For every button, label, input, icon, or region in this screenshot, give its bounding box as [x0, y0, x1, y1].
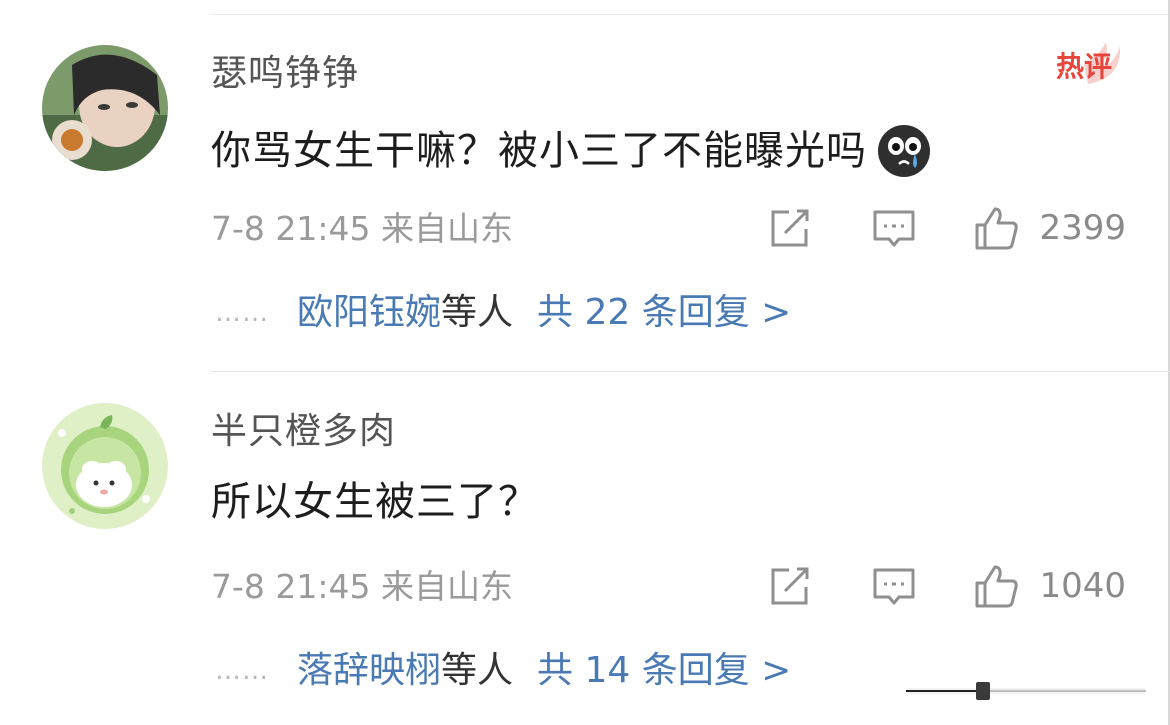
comment-text-content: 所以女生被三了？ — [211, 479, 539, 525]
share-icon[interactable] — [767, 205, 813, 251]
timestamp: 7-8 21:45 — [211, 567, 371, 606]
avatar-cartoon — [42, 403, 168, 529]
crying-face-emoji — [878, 125, 930, 177]
timestamp: 7-8 21:45 — [211, 209, 371, 248]
comment-text: 所以女生被三了？ — [211, 482, 539, 522]
like-count: 1040 — [1039, 566, 1126, 606]
reply-names[interactable]: 落辞映栩 — [297, 653, 441, 689]
thumbs-up-icon[interactable] — [973, 563, 1019, 609]
home-indicator — [906, 682, 1146, 700]
reply-summary[interactable]: …… 落辞映栩 等人 共 14 条回复 > — [215, 653, 791, 689]
hot-comment-badge: 热评 — [1056, 42, 1121, 84]
avatar[interactable] — [42, 45, 168, 171]
comment-text-content: 你骂女生干嘛？被小三了不能曝光吗 — [211, 128, 867, 174]
reply-dots: …… — [215, 298, 269, 328]
reply-icon[interactable] — [871, 205, 917, 251]
reply-suffix: 等人 — [441, 292, 514, 333]
thumbs-up-icon[interactable] — [973, 205, 1019, 251]
comment-text: 你骂女生干嘛？被小三了不能曝光吗 — [211, 124, 931, 178]
reply-summary[interactable]: …… 欧阳钰婉 等人 共 22 条回复 > — [215, 295, 791, 331]
username[interactable]: 瑟鸣铮铮 — [211, 56, 359, 92]
username[interactable]: 半只橙多肉 — [211, 414, 396, 450]
comment-actions: 2399 — [767, 203, 1126, 253]
comment-meta: 7-8 21:45 来自山东 — [211, 570, 513, 603]
comment-actions: 1040 — [767, 561, 1126, 611]
comment-item: 瑟鸣铮铮 热评 你骂女生干嘛？被小三了不能曝光吗 7-8 21:45 来自山东 — [0, 0, 1170, 371]
share-icon[interactable] — [767, 563, 813, 609]
like-count: 2399 — [1039, 208, 1126, 248]
reply-dots: …… — [215, 656, 269, 686]
comment-item: 半只橙多肉 所以女生被三了？ 7-8 21:45 来自山东 1040 …… 落辞… — [0, 372, 1170, 725]
location: 来自山东 — [381, 209, 513, 248]
avatar[interactable] — [42, 403, 168, 529]
reply-suffix: 等人 — [441, 650, 514, 691]
svg-text:热评: 热评 — [1056, 50, 1112, 83]
reply-count-link[interactable]: 共 14 条回复 > — [537, 653, 791, 689]
avatar-photo — [42, 45, 168, 171]
comment-meta: 7-8 21:45 来自山东 — [211, 212, 513, 245]
reply-icon[interactable] — [871, 563, 917, 609]
location: 来自山东 — [381, 567, 513, 606]
reply-count-link[interactable]: 共 22 条回复 > — [537, 295, 791, 331]
reply-names[interactable]: 欧阳钰婉 — [297, 295, 441, 331]
